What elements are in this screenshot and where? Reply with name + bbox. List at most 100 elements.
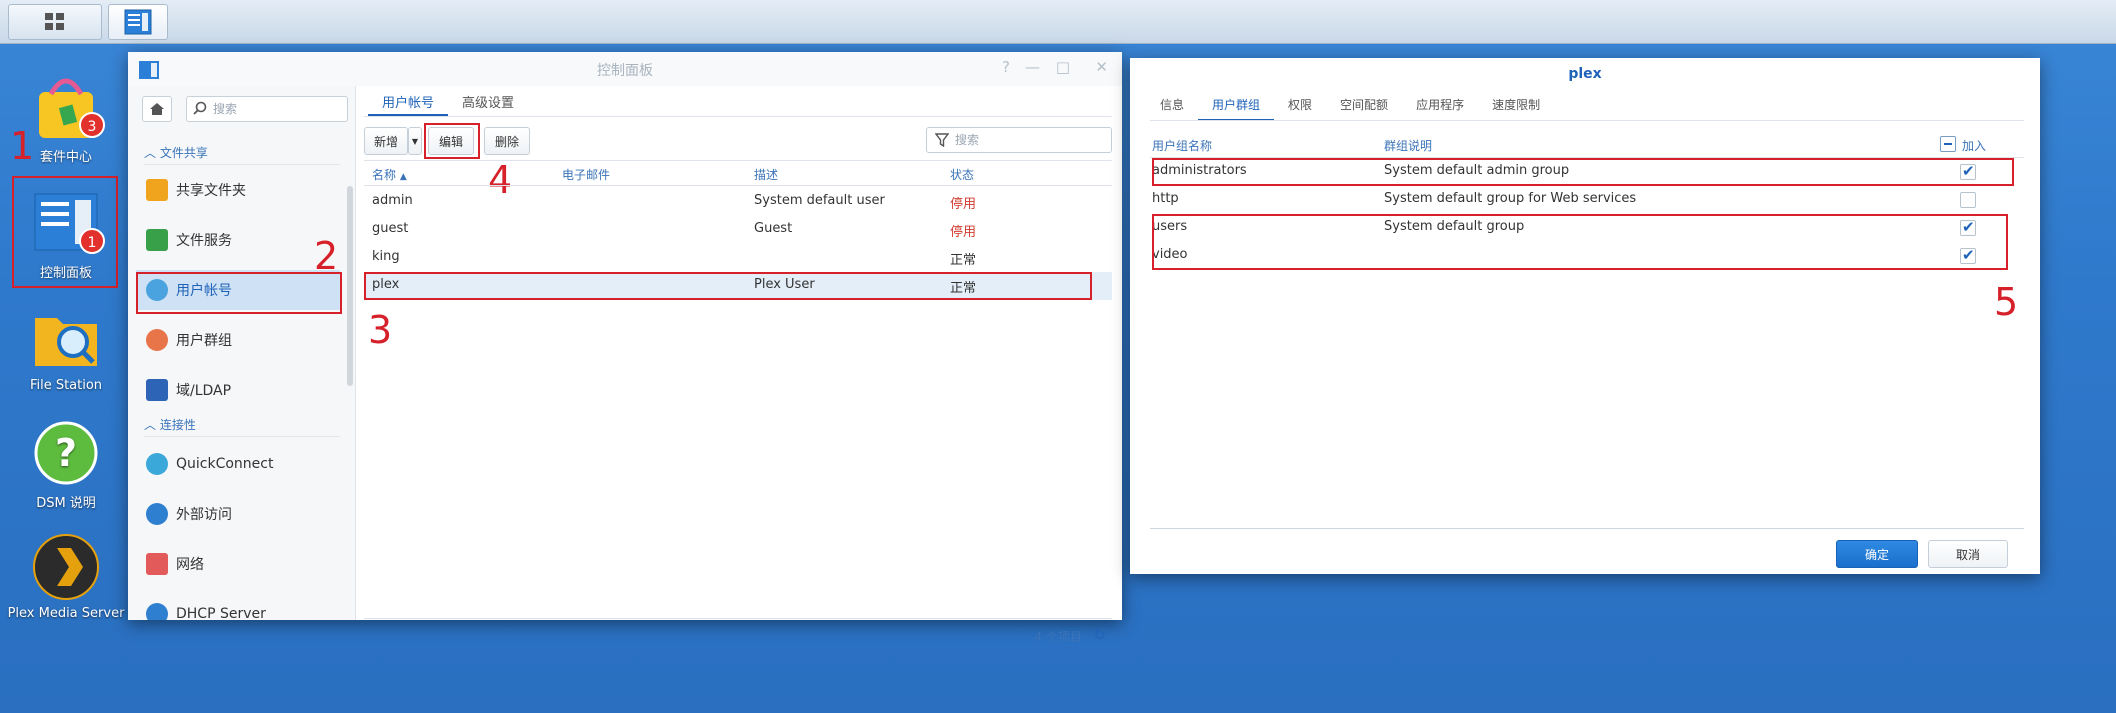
sidebar-item-label: QuickConnect [176,456,274,472]
tab-speed-limit[interactable]: 速度限制 [1478,90,1554,121]
filter-input[interactable]: 搜索 [926,127,1112,153]
package-center-icon: 3 [31,72,105,142]
column-email[interactable]: 电子邮件 [562,166,610,183]
column-status[interactable]: 状态 [950,166,974,183]
highlight-box-administrators [1152,158,2014,186]
cell-status: 正常 [950,253,977,268]
cell-name: guest [372,221,409,236]
desktop-icon-control-panel[interactable]: 1 控制面板 [6,188,126,281]
highlight-box-users-video [1152,214,2008,270]
help-icon: ? [31,418,101,488]
minimize-icon[interactable]: — [1025,58,1040,76]
dialog-tab-bar: 信息 用户群组 权限 空间配额 应用程序 速度限制 [1146,90,1554,121]
highlight-box-edit [424,123,480,159]
cell-status: 停用 [950,225,977,240]
column-label: 名称 [372,168,397,182]
sidebar-item-external-access[interactable]: 外部访问 [136,494,340,534]
sidebar-item-quickconnect[interactable]: QuickConnect [136,444,340,484]
search-icon [193,101,207,115]
desktop-icon-dsm-help[interactable]: ? DSM 说明 [6,418,126,511]
sidebar-item-label: 域/LDAP [176,383,232,399]
section-label: 连接性 [159,418,196,432]
create-button[interactable]: 新增 [364,127,408,155]
sidebar-search-input[interactable]: 搜索 [186,96,348,122]
plex-icon [31,532,101,602]
ok-button[interactable]: 确定 [1836,540,1918,568]
divider [1150,120,2024,121]
join-checkbox[interactable] [1960,192,1976,208]
section-label: 文件共享 [159,146,208,160]
tab-quota[interactable]: 空间配额 [1326,90,1402,121]
divider [144,164,340,165]
home-button[interactable] [142,96,172,122]
svg-text:?: ? [55,431,77,475]
file-services-icon [146,229,168,251]
tab-bar: 用户帐号 高级设置 [368,86,528,116]
chevron-down-icon: ▼ [411,136,419,146]
chevron-up-icon: ︿ [144,418,157,432]
taskbar [0,0,2116,44]
close-icon[interactable]: ✕ [1095,58,1108,76]
window-title: 控制面板 [597,63,653,79]
tab-user-groups[interactable]: 用户群组 [1198,90,1275,121]
table-row[interactable]: guest Guest 停用 [364,216,1112,244]
desktop-icon-label: DSM 说明 [36,496,96,511]
tab-user-accounts[interactable]: 用户帐号 [368,86,449,116]
network-icon [146,553,168,575]
section-file-sharing[interactable]: ︿ 文件共享 [144,144,208,161]
divider [364,618,1112,619]
cell-description: Guest [754,221,793,236]
tab-applications[interactable]: 应用程序 [1402,90,1478,121]
filter-icon [935,133,949,147]
column-name[interactable]: 名称 ▲ [372,166,407,183]
annotation-1: 1 [10,124,35,168]
section-connectivity[interactable]: ︿ 连接性 [144,416,196,433]
folder-icon [31,304,101,374]
annotation-3: 3 [368,308,393,352]
select-all-checkbox[interactable] [1940,136,1956,152]
sidebar-item-dhcp[interactable]: DHCP Server [136,594,340,620]
control-panel-window: 控制面板 ? — □ ✕ 搜索 ︿ 文件共享 共享文件夹 文件服务 2 用户帐号… [128,52,1122,644]
refresh-icon[interactable]: ↻ [1093,626,1106,644]
cell-name: king [372,249,400,264]
create-dropdown-button[interactable]: ▼ [408,127,422,155]
tab-permissions[interactable]: 权限 [1274,90,1326,121]
control-panel-icon [124,9,152,35]
sidebar-item-domain[interactable]: 域/LDAP [136,370,340,410]
notification-badge: 1 [79,228,105,254]
tab-info[interactable]: 信息 [1146,90,1198,121]
user-table-header: 名称 ▲ 电子邮件 描述 状态 [364,160,1112,186]
cancel-button[interactable]: 取消 [1928,540,2008,568]
main-menu-button[interactable] [8,4,102,40]
table-row[interactable]: http System default group for Web servic… [1150,186,2024,214]
group-icon [146,329,168,351]
column-description[interactable]: 描述 [754,166,778,183]
notification-badge: 3 [79,112,105,138]
delete-button[interactable]: 删除 [484,127,530,155]
sidebar-item-label: DHCP Server [176,606,266,620]
desktop-icon-plex[interactable]: Plex Media Server [6,532,126,621]
column-group-name: 用户组名称 [1152,139,1213,153]
divider [364,116,1112,117]
table-row[interactable]: king 正常 [364,244,1112,272]
sidebar-item-network[interactable]: 网络 [136,544,340,584]
table-row[interactable]: admin System default user 停用 [364,188,1112,216]
divider [144,436,340,437]
window-titlebar[interactable]: 控制面板 ? — □ ✕ [128,52,1122,86]
sidebar-scrollbar[interactable] [347,186,353,386]
cell-status: 停用 [950,197,977,212]
column-group-desc: 群组说明 [1384,139,1433,153]
help-icon[interactable]: ? [1002,58,1010,76]
sidebar-item-shared-folder[interactable]: 共享文件夹 [136,170,340,210]
sidebar-item-label: 外部访问 [176,507,232,523]
cell-group-name: http [1152,191,1179,206]
maximize-icon[interactable]: □ [1056,58,1070,76]
desktop-icon-file-station[interactable]: File Station [6,304,126,393]
sidebar-item-file-services[interactable]: 文件服务 [136,220,340,260]
sidebar-item-group[interactable]: 用户群组 [136,320,340,360]
taskbar-control-panel[interactable] [108,4,168,40]
tab-advanced[interactable]: 高级设置 [448,86,528,116]
group-table-header: 用户组名称 群组说明 加入 [1150,132,2024,158]
dialog-title: plex [1568,66,1602,82]
grid-icon [45,13,64,30]
